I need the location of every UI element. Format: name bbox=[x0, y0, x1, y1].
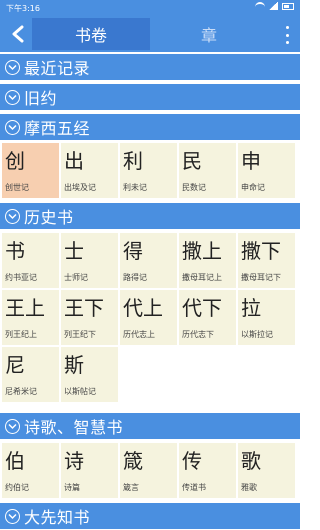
section-title: 大先知书 bbox=[24, 508, 91, 527]
book-name: 箴言 bbox=[123, 483, 139, 492]
book-cell[interactable]: 尼尼希米记 bbox=[2, 347, 59, 402]
book-name: 士师记 bbox=[64, 273, 88, 282]
section-header-pentateuch[interactable]: 摩西五经 bbox=[0, 114, 300, 140]
chevron-down-icon bbox=[5, 508, 20, 524]
book-cell[interactable]: 代上 历代志上 bbox=[120, 290, 177, 345]
book-name: 约伯记 bbox=[5, 483, 29, 492]
chevron-down-icon bbox=[5, 89, 20, 105]
book-cell[interactable]: 诗诗篇 bbox=[61, 443, 118, 498]
book-name: 路得记 bbox=[123, 273, 147, 282]
section-header-history[interactable]: 历史书 bbox=[0, 203, 300, 229]
book-name: 约书亚记 bbox=[5, 273, 37, 282]
book-abbr: 王下 bbox=[64, 296, 104, 320]
book-abbr: 申 bbox=[241, 149, 261, 173]
book-cell[interactable]: 创创世记 bbox=[2, 143, 59, 198]
book-abbr: 伯 bbox=[5, 449, 25, 473]
book-grid-poetry: 伯约伯记 诗诗篇 箴箴言 传传道书 歌雅歌 bbox=[0, 443, 300, 498]
book-name: 列王纪下 bbox=[64, 330, 96, 339]
book-cell[interactable]: 箴箴言 bbox=[120, 443, 177, 498]
book-abbr: 士 bbox=[64, 239, 84, 263]
book-cell[interactable]: 王上 列王纪上 bbox=[2, 290, 59, 345]
back-button[interactable] bbox=[5, 20, 31, 48]
book-abbr: 斯 bbox=[64, 353, 84, 377]
book-name: 雅歌 bbox=[241, 483, 257, 492]
chevron-left-icon bbox=[12, 25, 24, 43]
status-icons bbox=[255, 2, 294, 10]
book-abbr: 诗 bbox=[64, 449, 84, 473]
book-cell[interactable]: 斯以斯帖记 bbox=[61, 347, 118, 402]
book-grid-history: 书约书亚记 士士师记 得路得记 撒上撒母耳记上 撒下撒母耳记下 王上列王纪上 王… bbox=[0, 233, 300, 402]
book-abbr: 代上 bbox=[123, 296, 163, 320]
book-abbr: 撒上 bbox=[182, 239, 222, 263]
signal-icon bbox=[269, 2, 278, 10]
book-name: 历代志上 bbox=[123, 330, 155, 339]
book-name: 诗篇 bbox=[64, 483, 80, 492]
section-title: 旧约 bbox=[24, 89, 58, 108]
book-abbr: 民 bbox=[182, 149, 202, 173]
book-name: 利未记 bbox=[123, 183, 147, 192]
section-title: 最近记录 bbox=[24, 59, 91, 78]
book-cell[interactable]: 拉以斯拉记 bbox=[238, 290, 295, 345]
book-abbr: 创 bbox=[5, 149, 25, 173]
section-header-major-prophets[interactable]: 大先知书 bbox=[0, 503, 300, 529]
book-cell[interactable]: 得路得记 bbox=[120, 233, 177, 288]
tab-books[interactable]: 书卷 bbox=[32, 18, 150, 50]
section-header-old-testament[interactable]: 旧约 bbox=[0, 84, 300, 110]
book-abbr: 得 bbox=[123, 239, 143, 263]
book-cell[interactable]: 王下 列王纪下 bbox=[61, 290, 118, 345]
book-cell[interactable]: 歌雅歌 bbox=[238, 443, 295, 498]
book-cell[interactable]: 民民数记 bbox=[179, 143, 236, 198]
chevron-down-icon bbox=[5, 119, 20, 135]
chevron-down-icon bbox=[5, 208, 20, 224]
book-name: 民数记 bbox=[182, 183, 206, 192]
book-name: 列王纪上 bbox=[5, 330, 37, 339]
book-cell[interactable]: 申申命记 bbox=[238, 143, 295, 198]
more-options-icon[interactable] bbox=[284, 26, 290, 44]
book-cell[interactable]: 代下 历代志下 bbox=[179, 290, 236, 345]
book-name: 尼希米记 bbox=[5, 387, 37, 396]
battery-icon bbox=[282, 2, 294, 10]
book-cell[interactable]: 撒上 撒母耳记上 bbox=[179, 233, 236, 288]
book-abbr: 撒下 bbox=[241, 239, 281, 263]
section-title: 历史书 bbox=[24, 208, 74, 227]
book-abbr: 王上 bbox=[5, 296, 45, 320]
book-name: 申命记 bbox=[241, 183, 265, 192]
book-cell[interactable]: 出出埃及记 bbox=[61, 143, 118, 198]
section-header-poetry[interactable]: 诗歌、智慧书 bbox=[0, 413, 300, 439]
book-name: 撒母耳记上 bbox=[182, 273, 222, 282]
book-abbr: 出 bbox=[64, 149, 84, 173]
book-cell[interactable]: 撒下 撒母耳记下 bbox=[238, 233, 295, 288]
book-abbr: 利 bbox=[123, 149, 143, 173]
book-name: 历代志下 bbox=[182, 330, 214, 339]
book-name: 以斯拉记 bbox=[241, 330, 273, 339]
book-name: 传道书 bbox=[182, 483, 206, 492]
book-name: 出埃及记 bbox=[64, 183, 96, 192]
chevron-down-icon bbox=[5, 418, 20, 434]
book-cell[interactable]: 利利未记 bbox=[120, 143, 177, 198]
book-grid-pentateuch: 创创世记 出出埃及记 利利未记 民民数记 申申命记 bbox=[0, 143, 300, 198]
section-header-recent[interactable]: 最近记录 bbox=[0, 54, 300, 80]
book-abbr: 拉 bbox=[241, 296, 261, 320]
book-name: 撒母耳记下 bbox=[241, 273, 281, 282]
book-cell[interactable]: 传传道书 bbox=[179, 443, 236, 498]
book-abbr: 箴 bbox=[123, 449, 143, 473]
tab-chapters[interactable]: 章 bbox=[150, 18, 268, 50]
chevron-down-icon bbox=[5, 59, 20, 75]
book-cell[interactable]: 伯约伯记 bbox=[2, 443, 59, 498]
book-abbr: 尼 bbox=[5, 353, 25, 377]
status-time: 下午3:16 bbox=[6, 4, 40, 13]
book-abbr: 代下 bbox=[182, 296, 222, 320]
section-title: 摩西五经 bbox=[24, 119, 91, 138]
book-abbr: 歌 bbox=[241, 449, 261, 473]
book-cell[interactable]: 士士师记 bbox=[61, 233, 118, 288]
book-abbr: 传 bbox=[182, 449, 202, 473]
wifi-icon bbox=[255, 2, 265, 10]
book-abbr: 书 bbox=[5, 239, 25, 263]
book-cell[interactable]: 书约书亚记 bbox=[2, 233, 59, 288]
toolbar: 书卷 章 bbox=[0, 16, 300, 52]
status-bar: 下午3:16 bbox=[0, 0, 300, 16]
book-name: 以斯帖记 bbox=[64, 387, 96, 396]
section-title: 诗歌、智慧书 bbox=[24, 418, 124, 437]
book-name: 创世记 bbox=[5, 183, 29, 192]
